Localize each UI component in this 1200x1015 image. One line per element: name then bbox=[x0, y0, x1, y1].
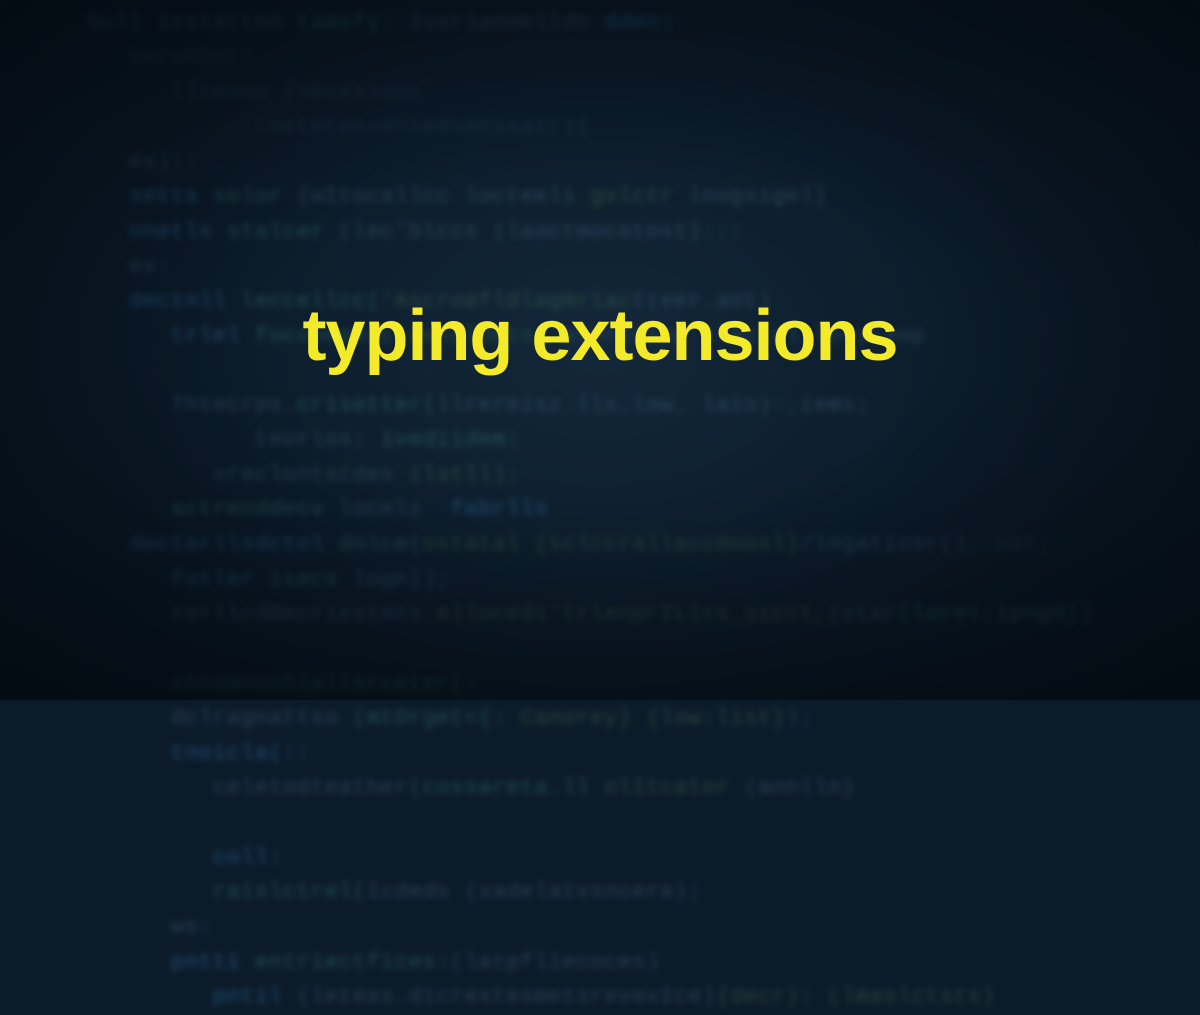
code-background: Null Iestatton tamsfy: Iverlandelldn dde… bbox=[87, 6, 1200, 1014]
code-line: pntti entriectfices:(latpfliecoces) bbox=[87, 945, 1200, 980]
code-line: xtnamnsshiallsrceter(: bbox=[87, 667, 1200, 702]
code-line: actrenddecv locels fabrlls bbox=[87, 493, 1200, 528]
code-line: dectarllsdctol dolce(ostatal {sclccralla… bbox=[87, 528, 1200, 563]
code-line: coll: bbox=[87, 841, 1200, 876]
code-line: Null Iestatton tamsfy: Iverlandelldn dde… bbox=[87, 6, 1200, 41]
code-line: sreclontscdes ilstll): bbox=[87, 458, 1200, 493]
code-line: pntil (leteas.dicrestesmetsrevevIce){dec… bbox=[87, 980, 1200, 1015]
code-line: coeteteesensedsenssat(){ bbox=[87, 110, 1200, 145]
code-line: lItesms (omvesioms: bbox=[87, 76, 1200, 111]
code-line: Thtecrps.crisetter(llrereisz lls.low. la… bbox=[87, 389, 1200, 424]
code-line: dclragnattso (mtOrget<{: Canorey} {low:l… bbox=[87, 702, 1200, 737]
code-line bbox=[87, 806, 1200, 841]
code-line bbox=[87, 632, 1200, 667]
code-line: celetodteather(cossareta.ll olItcator (a… bbox=[87, 771, 1200, 806]
code-line: nnetls stalcer (lec'blccs (laactmocatost… bbox=[87, 215, 1200, 250]
code-line: es: bbox=[87, 250, 1200, 285]
code-line: fotler isecs logn}); bbox=[87, 563, 1200, 598]
code-line: es):: bbox=[87, 145, 1200, 180]
code-line: teorlos; ivediidem: bbox=[87, 423, 1200, 458]
code-line: setts solor {wItocallcc locteeli gvlctr … bbox=[87, 180, 1200, 215]
code-line: rerllcdBecriestens ellocedi'trlenprILics… bbox=[87, 597, 1200, 632]
code-line: ws: bbox=[87, 910, 1200, 945]
code-line: worehDot: bbox=[87, 41, 1200, 76]
code-line: raislctrel(Icdeds (sadelatvsncera); bbox=[87, 876, 1200, 911]
headline-text: typing extensions bbox=[0, 295, 1200, 377]
code-line: tnoicla(:: bbox=[87, 736, 1200, 771]
